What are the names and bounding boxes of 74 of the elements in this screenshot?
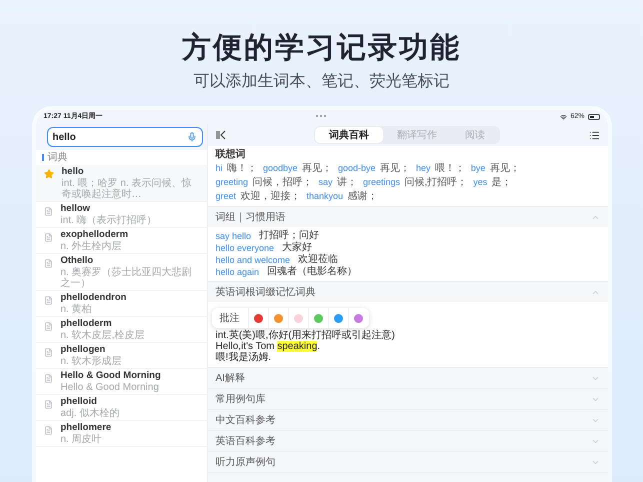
section-marker (42, 154, 44, 161)
phrase-meaning: 大家好 (282, 242, 312, 254)
entry-definition: adj. 似木栓的 (60, 408, 120, 419)
section-title: 中文百科参考 (216, 414, 276, 428)
phrase-meaning: 打招呼；问好 (259, 230, 320, 242)
document-icon[interactable] (44, 207, 52, 216)
associated-word-meaning: 再见； (490, 163, 520, 174)
battery-icon (588, 114, 600, 120)
associated-word-meaning: 再见； (380, 163, 410, 174)
phrase-meaning: 回魂者（电影名称） (267, 266, 358, 278)
entry-definition: Hello & Good Morning (60, 382, 160, 393)
section-title: 听力原声例句 (216, 456, 276, 470)
document-icon[interactable] (44, 259, 52, 268)
microphone-icon[interactable] (186, 132, 196, 142)
entry-word[interactable]: phellogen (60, 344, 122, 356)
section-title: 词组｜习惯用语 (216, 210, 286, 224)
highlight-color-swatch[interactable] (294, 314, 302, 322)
document-icon[interactable] (44, 233, 52, 242)
annotate-button[interactable]: 批注 (212, 308, 248, 328)
entry-definition: n. 软木皮层,栓皮层 (60, 330, 144, 341)
entry-word[interactable]: hello (62, 166, 198, 178)
note-line: int.英(美)喂,你好(用来打招呼或引起注意) (216, 330, 396, 341)
entry-word[interactable]: Othello (60, 255, 198, 267)
associated-word-meaning: 欢迎，迎接； (240, 191, 300, 202)
headline: 方便的学习记录功能 (182, 30, 461, 66)
document-icon[interactable] (44, 348, 52, 357)
entry-word[interactable]: phellodendron (60, 292, 126, 304)
highlight-color-swatch[interactable] (354, 314, 363, 322)
document-icon[interactable] (44, 426, 52, 435)
section-title: 英语词根词缀记忆词典 (216, 286, 316, 300)
document-icon[interactable] (44, 400, 52, 409)
highlight-color-swatch[interactable] (274, 314, 282, 322)
list-label: 词典 (48, 150, 68, 165)
star-icon[interactable] (44, 169, 54, 179)
entry-definition: n. 软木形成层 (60, 356, 122, 367)
search-field[interactable]: hello (46, 127, 202, 147)
subheadline: 可以添加生词本、笔记、荧光笔标记 (194, 72, 450, 92)
entry-word[interactable]: phellomere (60, 422, 112, 434)
collapse-sidebar-icon[interactable] (216, 130, 226, 140)
document-icon[interactable] (44, 322, 52, 331)
associated-word-link[interactable]: hi (216, 163, 223, 173)
entry-definition: n. 外生栓内层 (60, 241, 123, 252)
associated-word-meaning: 感谢； (347, 191, 378, 202)
associated-word-meaning: 是； (492, 177, 512, 188)
associated-word-meaning: 再见； (302, 163, 332, 174)
entry-definition: int. 嗨（表示打招呼） (60, 215, 157, 226)
section-title: AI解释 (216, 372, 245, 386)
phrase-meaning: 欢迎莅临 (298, 254, 338, 266)
associations-title: 联想词 (216, 149, 246, 161)
wifi-icon (560, 114, 568, 120)
note-line: 喂!我是汤姆. (216, 352, 272, 363)
entry-word[interactable]: phelloid (60, 396, 120, 408)
tab[interactable]: 词典百科 (315, 127, 383, 143)
entry-definition: int. 喂；哈罗 n. 表示问候、惊奇或唤起注意时… (62, 178, 193, 200)
associated-word-meaning: 嗨！； (226, 163, 257, 174)
associated-word-meaning: 喂！； (434, 163, 465, 174)
entry-word[interactable]: hellow (60, 203, 157, 215)
entry-definition: n. 黄柏 (60, 304, 93, 315)
entry-definition: n. 周皮叶 (60, 434, 103, 445)
highlight-color-swatch[interactable] (254, 314, 262, 322)
associated-word-meaning: 问候,打招呼； (404, 177, 468, 188)
document-icon[interactable] (44, 374, 52, 383)
entry-word[interactable]: phelloderm (60, 318, 144, 330)
associated-word-meaning: 问候，招呼； (252, 177, 312, 188)
highlight-color-swatch[interactable] (334, 314, 342, 322)
entry-word[interactable]: exophelloderm (60, 229, 128, 241)
associated-word-meaning: 讲； (336, 177, 357, 188)
document-icon[interactable] (44, 296, 52, 305)
section-title: 常用例句库 (216, 392, 266, 406)
highlight-color-swatch[interactable] (314, 314, 322, 322)
entry-definition: n. 奥赛罗（莎士比亚四大悲剧之一） (60, 267, 193, 289)
section-title: 英语百科参考 (216, 434, 276, 448)
entry-word[interactable]: Hello & Good Morning (60, 370, 161, 382)
note-line: Hello,it's Tom speaking. (216, 341, 322, 352)
